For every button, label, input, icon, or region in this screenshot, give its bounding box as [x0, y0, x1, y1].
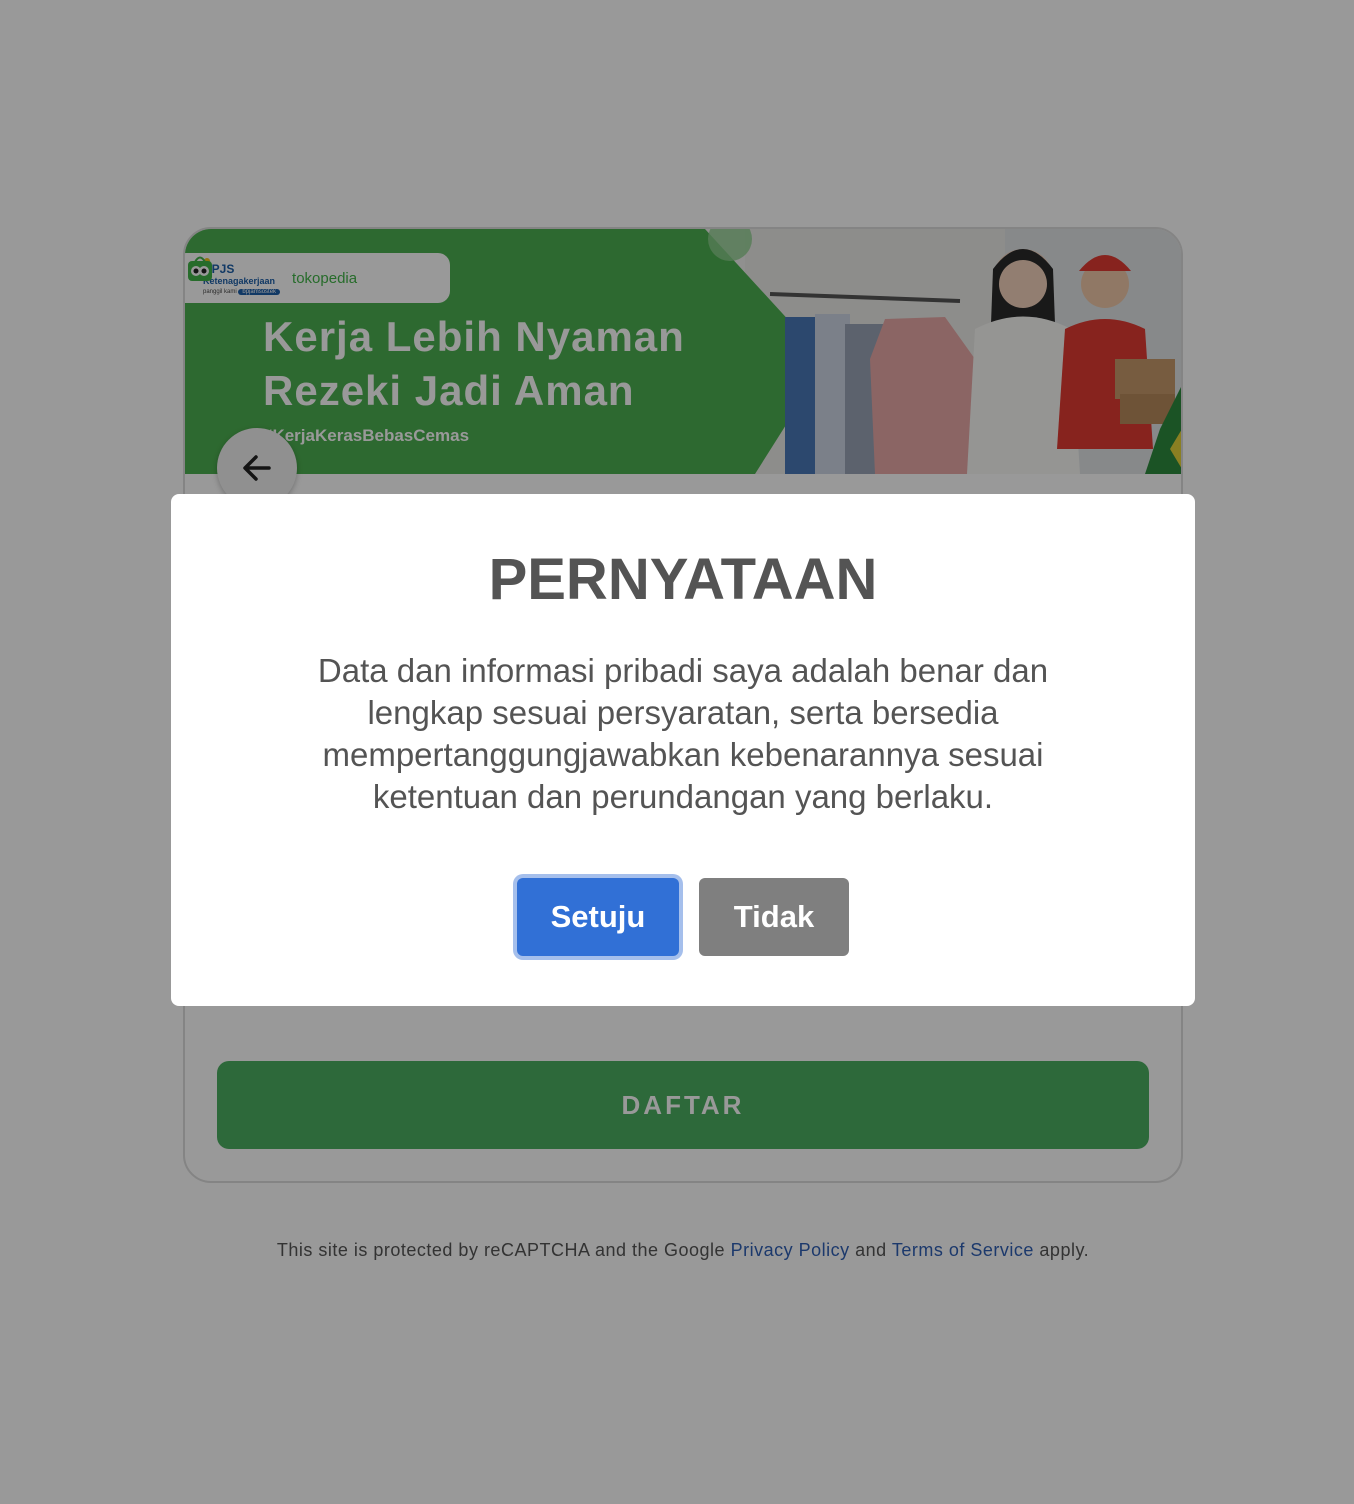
statement-dialog: PERNYATAAN Data dan informasi pribadi sa…: [171, 494, 1195, 1006]
dialog-body: Data dan informasi pribadi saya adalah b…: [317, 652, 1049, 815]
dialog-title: PERNYATAAN: [488, 547, 878, 612]
agree-button[interactable]: Setuju: [517, 878, 679, 956]
page: BPJS Ketenagakerjaan panggil kami bpjams…: [0, 0, 1354, 1504]
decline-button[interactable]: Tidak: [699, 878, 849, 956]
